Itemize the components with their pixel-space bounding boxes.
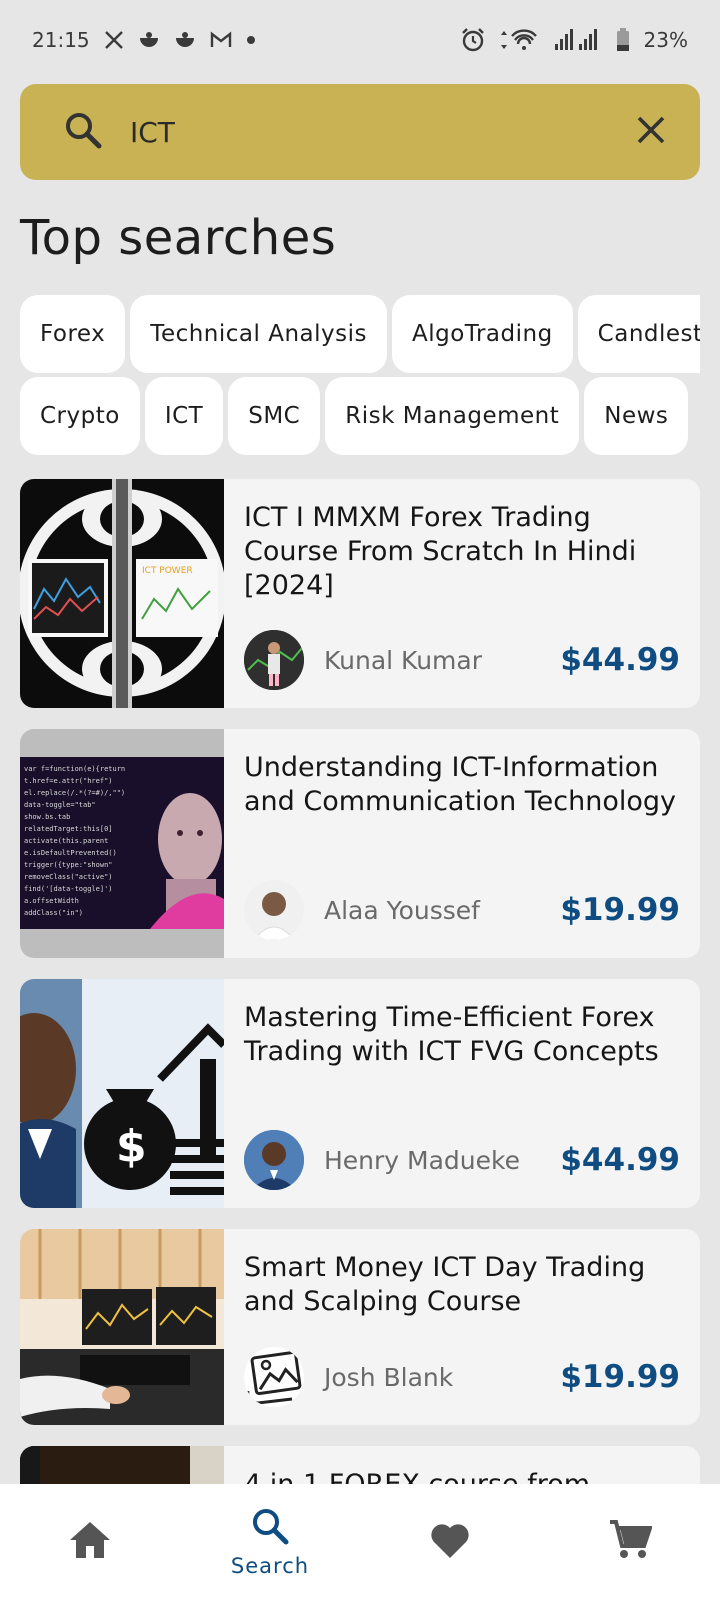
page-title: Top searches — [20, 210, 337, 266]
course-footer: Alaa Youssef $19.99 — [244, 880, 680, 940]
course-price: $44.99 — [560, 642, 680, 678]
svg-text:e.isDefaultPrevented(): e.isDefaultPrevented() — [24, 849, 117, 857]
battery-percent: 23% — [643, 28, 688, 52]
nav-search[interactable]: Search — [180, 1484, 360, 1600]
image-placeholder-icon — [244, 1347, 304, 1407]
nav-home[interactable] — [0, 1484, 180, 1600]
close-icon[interactable] — [636, 115, 666, 149]
top-searches-row-1: Forex Technical Analysis AlgoTrading Can… — [20, 295, 700, 373]
chip[interactable]: Crypto — [20, 377, 140, 455]
nav-cart[interactable] — [540, 1484, 720, 1600]
course-thumbnail — [20, 1229, 224, 1425]
course-title: ICT I MMXM Forex Trading Course From Scr… — [244, 502, 637, 601]
course-thumbnail: $ — [20, 979, 224, 1208]
chip[interactable]: Candlestick — [577, 295, 700, 373]
svg-text:relatedTarget:this[0]: relatedTarget:this[0] — [24, 825, 113, 833]
home-icon[interactable] — [68, 1520, 112, 1564]
chip[interactable]: News — [584, 377, 689, 455]
svg-text:el.replace(/.*(?=#)/,""): el.replace(/.*(?=#)/,"") — [24, 789, 125, 797]
wifi-icon — [500, 27, 540, 53]
course-thumbnail: ICT POWER — [20, 479, 224, 708]
course-author: Josh Blank — [324, 1362, 454, 1392]
svg-text:$: $ — [116, 1121, 147, 1172]
gmail-icon — [210, 31, 232, 49]
course-title: Smart Money ICT Day Trading and Scalping… — [244, 1252, 646, 1317]
course-thumbnail: var f=function(e){return t.href=e.attr("… — [20, 729, 224, 958]
chip[interactable]: Technical Analysis — [130, 295, 387, 373]
course-card[interactable]: var f=function(e){return t.href=e.attr("… — [20, 729, 700, 958]
course-card[interactable]: ICT POWER ICT I MMXM Forex Trading Cours… — [20, 479, 700, 708]
avatar — [244, 1130, 304, 1190]
chip[interactable]: Forex — [20, 295, 126, 373]
course-footer: Josh Blank $19.99 — [244, 1347, 680, 1407]
heart-icon[interactable] — [428, 1520, 472, 1564]
svg-text:t.href=e.attr("href"): t.href=e.attr("href") — [24, 777, 113, 785]
status-left: 21:15 — [32, 28, 256, 52]
cart-icon[interactable] — [608, 1518, 653, 1566]
search-icon[interactable] — [64, 111, 102, 153]
course-card[interactable]: $ Mastering Time-Efficient Forex Trading… — [20, 979, 700, 1208]
nav-wishlist[interactable] — [360, 1484, 540, 1600]
battery-icon — [616, 28, 630, 52]
svg-text:show.bs.tab: show.bs.tab — [24, 813, 70, 821]
svg-text:addClass("in"): addClass("in") — [24, 909, 83, 917]
alarm-icon — [460, 27, 486, 53]
app-icon — [138, 30, 160, 50]
course-title: Understanding ICT-Information and Commun… — [244, 752, 677, 817]
x-icon — [104, 30, 124, 50]
course-info: ICT I MMXM Forex Trading Course From Scr… — [224, 479, 700, 708]
svg-text:trigger({type:"shown": trigger({type:"shown" — [24, 861, 113, 869]
avatar — [244, 880, 304, 940]
status-bar: 21:15 23% — [0, 0, 720, 80]
course-price: $44.99 — [560, 1142, 680, 1178]
bottom-nav: Search — [0, 1484, 720, 1600]
course-title: Mastering Time-Efficient Forex Trading w… — [244, 1002, 659, 1067]
chip[interactable]: Risk Management — [325, 377, 580, 455]
search-bar[interactable] — [20, 84, 700, 180]
course-author: Henry Madueke — [324, 1145, 520, 1175]
course-price: $19.99 — [560, 1359, 680, 1395]
svg-text:data-toggle="tab": data-toggle="tab" — [24, 801, 96, 809]
status-time: 21:15 — [32, 28, 90, 52]
search-icon[interactable] — [250, 1506, 290, 1550]
svg-text:a.offsetWidth: a.offsetWidth — [24, 897, 79, 905]
course-info: Mastering Time-Efficient Forex Trading w… — [224, 979, 700, 1208]
svg-text:var f=function(e){return: var f=function(e){return — [24, 765, 125, 773]
svg-text:activate(this.parent: activate(this.parent — [24, 837, 108, 845]
app-icon — [174, 30, 196, 50]
course-author: Kunal Kumar — [324, 645, 482, 675]
svg-text:ICT POWER: ICT POWER — [142, 566, 193, 576]
status-right: 23% — [460, 27, 688, 53]
nav-search-label[interactable]: Search — [231, 1554, 309, 1578]
course-info: Smart Money ICT Day Trading and Scalping… — [224, 1229, 700, 1425]
dot-icon — [246, 35, 256, 45]
top-searches-row-2: Crypto ICT SMC Risk Management News — [20, 377, 700, 455]
search-input[interactable] — [130, 115, 636, 149]
signal-icon — [554, 28, 602, 52]
course-footer: Henry Madueke $44.99 — [244, 1130, 680, 1190]
course-card[interactable]: Smart Money ICT Day Trading and Scalping… — [20, 1229, 700, 1425]
chip[interactable]: ICT — [144, 377, 224, 455]
course-footer: Kunal Kumar $44.99 — [244, 630, 680, 690]
svg-text:removeClass("active"): removeClass("active") — [24, 873, 113, 881]
course-author: Alaa Youssef — [324, 895, 480, 925]
chip[interactable]: SMC — [228, 377, 321, 455]
chip[interactable]: AlgoTrading — [391, 295, 573, 373]
course-info: Understanding ICT-Information and Commun… — [224, 729, 700, 958]
svg-text:find('[data-toggle]'): find('[data-toggle]') — [24, 885, 113, 893]
course-price: $19.99 — [560, 892, 680, 928]
avatar — [244, 630, 304, 690]
